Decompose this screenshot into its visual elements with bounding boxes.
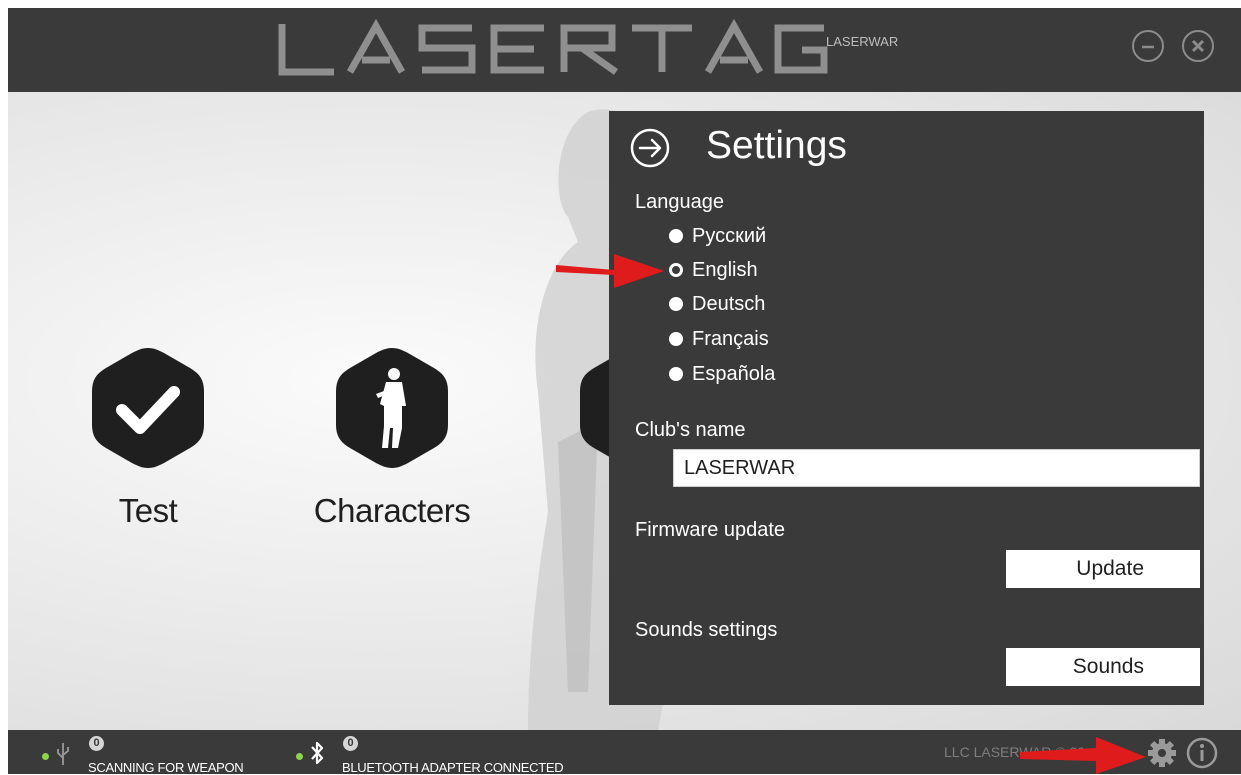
usb-status-text: SCANNING FOR WEAPON [88,760,244,774]
tile-test[interactable]: Test [58,344,238,530]
app-window: LASERWAR Test Characters Settings Langua… [8,8,1241,774]
settings-button[interactable] [1147,738,1177,768]
radio-dot [669,297,683,311]
lasertag-logo [278,18,828,76]
update-button[interactable]: Update [1006,550,1200,588]
info-button[interactable] [1186,737,1218,769]
firmware-update-label: Firmware update [635,519,786,541]
annotation-arrow-language [556,254,664,288]
bluetooth-icon [311,741,324,765]
radio-dot [669,367,683,381]
checkmark-icon [92,348,204,468]
language-option-spanish[interactable]: Española [669,359,775,389]
language-option-label: Русский [692,224,767,247]
club-name-input[interactable] [673,449,1200,487]
language-option-label: Deutsch [692,292,766,315]
title-bar: LASERWAR [8,8,1241,92]
bluetooth-status: 0 BLUETOOTH ADAPTER CONNECTED [296,736,596,774]
club-name-label: Club's name [635,419,746,441]
radio-dot [669,229,683,243]
gear-icon [1148,739,1176,767]
language-option-label: English [692,258,758,281]
radio-dot [669,332,683,346]
arrow-right-circle-icon [630,128,670,168]
tile-test-label: Test [118,492,178,529]
settings-title: Settings [706,124,847,167]
info-circle-icon [1186,737,1218,769]
annotation-arrow-settings [1020,737,1146,774]
tile-characters-label: Characters [313,492,471,529]
settings-back-button[interactable] [629,127,671,169]
usb-count-badge: 0 [89,736,104,751]
bluetooth-count-badge: 0 [343,736,358,751]
minimize-circle-icon [1142,45,1154,49]
tile-characters[interactable]: Characters [302,344,482,530]
brand-small-label: LASERWAR [826,34,899,49]
usb-icon [57,743,69,765]
soldier-icon [336,348,448,468]
bluetooth-status-text: BLUETOOTH ADAPTER CONNECTED [342,760,564,774]
radio-dot-selected [669,263,683,277]
bluetooth-status-dot [296,753,303,760]
language-option-label: Española [692,362,776,385]
language-option-english[interactable]: English [669,255,758,285]
usb-status-dot [42,753,49,760]
language-label: Language [635,191,724,213]
language-option-label: Français [692,327,769,350]
minimize-button[interactable] [1132,30,1164,62]
language-option-french[interactable]: Français [669,324,769,354]
sounds-settings-label: Sounds settings [635,619,778,641]
sounds-button[interactable]: Sounds [1006,648,1200,686]
usb-status: 0 SCANNING FOR WEAPON [42,736,262,774]
close-button[interactable] [1182,30,1214,62]
settings-panel: Settings Language Русский English Deutsc… [609,111,1204,705]
language-option-russian[interactable]: Русский [669,221,766,251]
language-option-german[interactable]: Deutsch [669,289,765,319]
close-circle-icon [1191,39,1205,53]
